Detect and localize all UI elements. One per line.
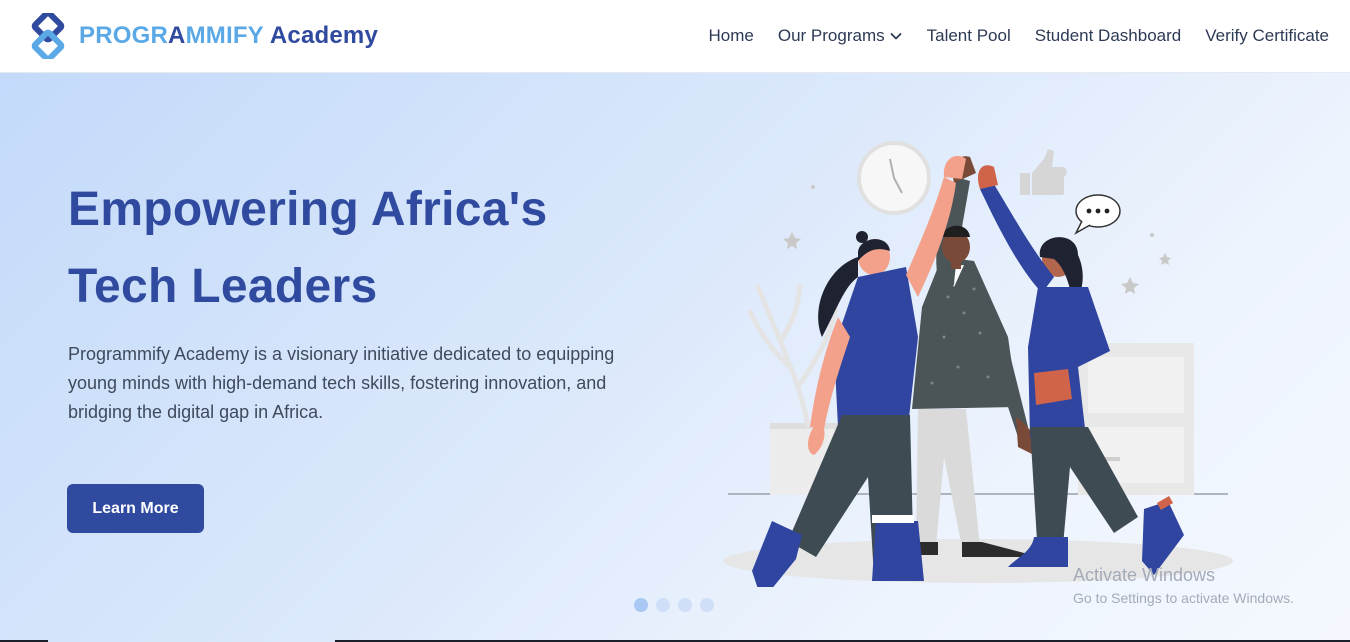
brand-name-part2: A [168,22,186,49]
nav-our-programs[interactable]: Our Programs [778,26,903,46]
hero-title-line2: Tech Leaders [68,260,378,313]
hero-description: Programmify Academy is a visionary initi… [68,344,615,422]
carousel-dot[interactable] [656,598,670,612]
nav-verify-certificate[interactable]: Verify Certificate [1205,26,1329,46]
nav-student-dashboard[interactable]: Student Dashboard [1035,26,1182,46]
hero-section: Empowering Africa's Tech Leaders Program… [0,73,1350,642]
carousel-dot[interactable] [678,598,692,612]
brand-name: PROGRAMMIFY Academy [79,22,378,50]
carousel-dot[interactable] [634,598,648,612]
hero-title-line1: Empowering Africa's [68,183,548,236]
chevron-down-icon [890,33,902,40]
carousel-pagination [634,598,714,612]
nav-verify-certificate-label: Verify Certificate [1205,26,1329,45]
nav-home-label: Home [708,26,754,45]
nav-our-programs-label: Our Programs [777,26,885,45]
nav-student-dashboard-label: Student Dashboard [1034,26,1182,45]
brand-name-part3: MMIFY [185,22,264,49]
nav-home[interactable]: Home [709,26,754,46]
learn-more-button[interactable]: Learn More [67,484,204,533]
nav-talent-pool[interactable]: Talent Pool [927,26,1011,46]
watermark-subtitle: Go to Settings to activate Windows. [1073,590,1294,606]
windows-activation-watermark: Activate Windows Go to Settings to activ… [1073,565,1294,608]
team-high-five-illustration-icon [723,141,1233,587]
brand-name-part1: PROGR [79,22,169,49]
site-header: PROGRAMMIFY Academy Home Our Programs Tal… [0,0,1350,73]
diamond-chain-logo-icon [31,13,65,59]
main-nav: Home Our Programs Talent Pool Student Da… [709,26,1330,46]
watermark-title: Activate Windows [1073,565,1216,585]
hero-title: Empowering Africa's Tech Leaders [68,171,688,325]
brand-name-academy: Academy [269,22,379,49]
brand-home-link[interactable]: PROGRAMMIFY Academy [25,13,378,59]
nav-talent-pool-label: Talent Pool [926,26,1011,45]
carousel-dot[interactable] [700,598,714,612]
